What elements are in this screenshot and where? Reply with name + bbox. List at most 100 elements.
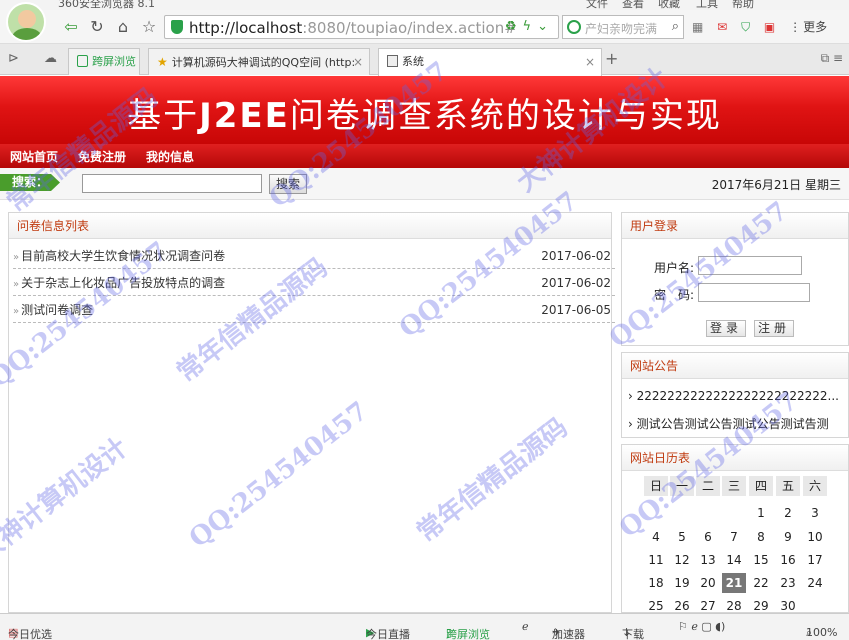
search-icon[interactable]: ⌕ [672,19,679,34]
main-nav: 网站首页 免费注册 我的信息 [0,144,849,168]
shield-icon [171,20,183,34]
nav-register[interactable]: 免费注册 [78,148,126,165]
calendar-day[interactable]: 4 [644,527,668,547]
calendar-day[interactable]: 1 [749,503,773,523]
pdf-icon[interactable]: ▣ [764,20,775,34]
menu-favorites[interactable]: 收藏 [658,0,680,10]
bullet-icon: › [628,389,633,403]
browser-search-placeholder: 产妇亲吻完满 [585,22,658,36]
browser-toolbar: ⇦ ↻ ⌂ ☆ http://localhost:8080/toupiao/in… [0,2,849,44]
login-button[interactable]: 登录 [706,320,746,337]
status-tool-icons[interactable]: ⚐ ℯ ▢ ◖) [678,620,725,633]
calendar-day[interactable]: 14 [722,550,746,570]
calendar-day[interactable]: 21 [722,573,746,593]
more-grid-icon: ⋮ [789,20,802,34]
login-title: 用户登录 [622,213,848,239]
bullet-icon: » [13,306,20,317]
questionnaire-list-panel: 问卷信息列表 » 目前高校大学生饮食情况状况调查问卷 2017-06-02 » 关于杂… [8,212,615,613]
security-icon[interactable]: ⛉ [741,20,750,35]
extension-icons: ▦ ✉ ⛉ ▣ ⋮ 更多 [692,18,847,35]
menu-view[interactable]: 查看 [622,0,644,10]
more-menu[interactable]: ⋮ 更多 [789,18,837,35]
notice-panel: 网站公告 › 2222222222222222222222222... › 测试… [621,352,849,438]
calendar-day[interactable]: 9 [776,527,800,547]
list-item[interactable]: » 关于杂志上化妆品广告投放特点的调查 2017-06-02 [13,270,615,296]
address-url: http://localhost:8080/toupiao/index.acti… [189,19,517,37]
notice-item[interactable]: › 测试公告测试公告测试公告测试告测 [628,415,829,432]
calendar-day[interactable]: 7 [722,527,746,547]
notice-item[interactable]: › 2222222222222222222222222... [628,389,839,403]
menu-help[interactable]: 帮助 [732,0,754,10]
site-search-input[interactable] [82,174,262,193]
grid-icon[interactable]: ▦ [692,20,703,34]
bullet-icon: › [628,417,633,431]
site-title: 基于J2EE问卷调查系统的设计与实现 [127,96,722,136]
calendar-day[interactable]: 15 [749,550,773,570]
browser-status-bar: ▤ 今日优选 ▶ 今日直播 ▯ 跨屏浏览 ℯ ✈ 加速器 ↓ 下载 ⚐ ℯ ▢ … [0,613,849,640]
calendar-day[interactable]: 13 [696,550,720,570]
nav-home[interactable]: 网站首页 [10,148,58,165]
current-date: 2017年6月21日 星期三 [711,178,841,192]
calendar-day[interactable]: 5 [670,527,694,547]
new-tab-icon[interactable]: + [605,49,618,68]
menu-file[interactable]: 文件 [586,0,608,10]
user-avatar[interactable] [6,2,46,42]
username-input[interactable] [698,256,802,275]
calendar-day[interactable]: 12 [670,550,694,570]
close-icon[interactable]: × [353,49,363,75]
calendar-day[interactable]: 19 [670,573,694,593]
login-panel: 用户登录 用户名: 密 码: 登录 注册 [621,212,849,346]
weekday-fri: 五 [776,476,800,496]
tab-list-icon[interactable]: ⧉ ≡ [821,51,843,66]
menu-tools[interactable]: 工具 [696,0,718,10]
star-icon[interactable]: ☆ [138,16,160,38]
browser-search-box[interactable]: 产妇亲吻完满 ⌕ [562,15,684,39]
back-icon[interactable]: ⇦ [60,16,82,38]
search-engine-icon [567,20,581,34]
window-title: 360安全浏览器 8.1 [58,0,155,10]
calendar-day[interactable]: 10 [803,527,827,547]
calendar-day[interactable]: 3 [803,503,827,523]
mail-icon[interactable]: ✉ [717,20,727,34]
home-icon[interactable]: ⌂ [112,16,134,38]
calendar-day[interactable]: 2 [776,503,800,523]
site-search-row: 搜索： 搜索 2017年6月21日 星期三 [0,168,849,200]
cloud-icon[interactable]: ☁ [44,51,57,66]
window-title-bar: 360安全浏览器 8.1 文件 查看 收藏 工具 帮助 [0,0,849,10]
calendar-day[interactable]: 17 [803,550,827,570]
register-button[interactable]: 注册 [754,320,794,337]
address-bar[interactable]: http://localhost:8080/toupiao/index.acti… [164,15,559,39]
calendar-day[interactable]: 6 [696,527,720,547]
password-input[interactable] [698,283,810,302]
tab-qq-space[interactable]: ★ 计算机源码大神调试的QQ空间 (http: × [148,48,370,75]
password-label: 密 码: [654,288,695,302]
nav-my-info[interactable]: 我的信息 [146,148,194,165]
phone-icon [77,55,88,67]
site-search-button[interactable]: 搜索 [269,174,307,194]
calendar-day[interactable]: 16 [776,550,800,570]
calendar-day[interactable]: 24 [803,573,827,593]
bullet-icon: » [13,279,20,290]
page-icon [387,55,398,67]
calendar-day[interactable]: 22 [749,573,773,593]
weekday-sun: 日 [644,476,668,496]
ie-icon[interactable]: ℯ [522,620,529,633]
notice-title: 网站公告 [622,353,848,379]
calendar-day[interactable]: 8 [749,527,773,547]
list-item[interactable]: » 目前高校大学生饮食情况状况调查问卷 2017-06-02 [13,243,615,269]
sidebar-toggle-icon[interactable]: ⊳ [8,51,19,66]
list-item[interactable]: » 测试问卷调查 2017-06-05 [13,297,615,323]
calendar-day[interactable]: 18 [644,573,668,593]
refresh-icon[interactable]: ↻ [86,16,108,38]
calendar-day[interactable]: 23 [776,573,800,593]
tab-cross-screen[interactable]: 跨屏浏览 [68,48,140,75]
close-icon[interactable]: × [585,49,595,75]
calendar-day[interactable]: 20 [696,573,720,593]
address-action-icons[interactable]: ♻ϟ⌄ [505,19,554,34]
calendar-day[interactable]: 11 [644,550,668,570]
weekday-tue: 二 [696,476,720,496]
calendar-title: 网站日历表 [622,445,848,471]
weekday-wed: 三 [722,476,746,496]
search-label: 搜索： [0,174,60,191]
tab-system[interactable]: 系统 × [378,48,602,76]
